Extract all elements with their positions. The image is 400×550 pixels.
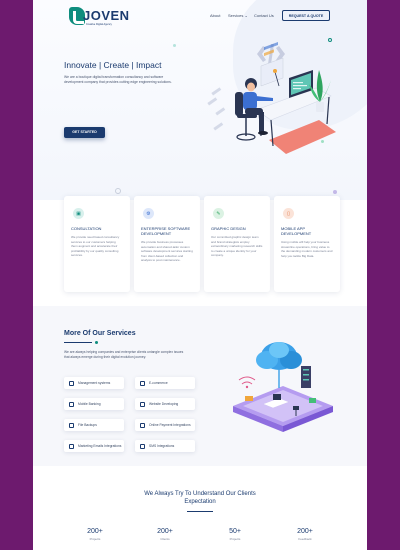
card-title: ENTERPRISE SOFTWARE DEVELOPMENT — [141, 226, 191, 236]
stat-value: 200+ — [157, 528, 173, 535]
hero-title: Innovate | Create | Impact — [64, 60, 162, 70]
stat-item: 50+ Projects — [215, 528, 255, 541]
card-text: Using mobile will help your business str… — [281, 240, 333, 258]
sms-icon — [140, 443, 145, 449]
phone-icon: ▯ — [283, 208, 294, 219]
service-item[interactable]: E-commerce — [135, 377, 195, 389]
stat-value: 50+ — [229, 528, 241, 535]
bank-icon — [69, 401, 74, 407]
service-item[interactable]: SMS Integrations — [135, 440, 195, 452]
feature-card-consultation[interactable]: ▣ CONSULTATION We provide need based con… — [64, 196, 130, 292]
backup-icon — [69, 422, 74, 428]
wifi-icon — [238, 376, 256, 385]
stat-label: Feedback — [298, 537, 312, 541]
stat-value: 200+ — [87, 528, 103, 535]
feature-card-enterprise[interactable]: ⚙ ENTERPRISE SOFTWARE DEVELOPMENT We pro… — [134, 196, 200, 292]
nav-services[interactable]: Services ⌄ — [228, 13, 248, 18]
stat-label: Clients — [160, 537, 170, 541]
service-item[interactable]: Management systems — [64, 377, 124, 389]
stat-item: 200+ Clients — [145, 528, 185, 541]
service-item-label: Website Developing — [149, 402, 179, 406]
services-title: More Of Our Services — [64, 330, 136, 337]
service-item[interactable]: Mobile Banking — [64, 398, 124, 410]
briefcase-icon: ▣ — [73, 208, 84, 219]
services-underline — [64, 342, 92, 344]
stat-item: 200+ Projects — [75, 528, 115, 541]
deco-dot — [115, 188, 121, 194]
services-description: We are always helping companies and ente… — [64, 350, 184, 359]
section-title-line2: Expectation — [184, 499, 216, 505]
cloud-server-illustration — [233, 342, 333, 432]
gear-icon: ⚙ — [143, 208, 154, 219]
feature-card-mobile-app[interactable]: ▯ MOBILE APP DEVELOPMENT Using mobile wi… — [274, 196, 340, 292]
card-title: MOBILE APP DEVELOPMENT — [281, 226, 312, 236]
nav-contact[interactable]: Contact Us — [254, 13, 274, 18]
card-text: We provide business processes automation… — [141, 240, 193, 263]
service-item[interactable]: Marketing Emails Integrations — [64, 440, 124, 452]
card-title: GRAPHIC DESIGN — [211, 226, 246, 231]
service-item-label: Management systems — [78, 381, 111, 385]
service-item-label: SMS Integrations — [149, 444, 175, 448]
deco-dot — [173, 44, 176, 47]
stat-item: 200+ Feedback — [285, 528, 325, 541]
service-item-label: E-commerce — [149, 381, 168, 385]
section-title-underline — [187, 511, 213, 512]
logo[interactable]: JOVEN Creative Digital Agency — [69, 7, 139, 29]
service-item[interactable]: File Backups — [64, 419, 124, 431]
section-title: We Always Try To Understand Our Clients … — [33, 490, 367, 506]
stat-value: 200+ — [297, 528, 313, 535]
service-item-label: File Backups — [78, 423, 97, 427]
logo-text: JOVEN — [83, 8, 130, 23]
service-item-label: Marketing Emails Integrations — [78, 444, 122, 448]
card-title: CONSULTATION — [71, 226, 102, 231]
card-text: Our committed graphic design team and br… — [211, 235, 263, 258]
email-icon — [69, 443, 74, 449]
service-item[interactable]: Online Payment Integrations — [135, 419, 195, 431]
section-title-line1: We Always Try To Understand Our Clients — [144, 491, 256, 497]
deco-dot — [333, 190, 337, 194]
management-icon — [69, 380, 74, 386]
service-item-label: Mobile Banking — [78, 402, 101, 406]
cart-icon — [140, 380, 145, 386]
code-icon — [140, 401, 145, 407]
nav-about[interactable]: About — [210, 13, 220, 18]
logo-tagline: Creative Digital Agency — [86, 23, 112, 26]
stat-label: Projects — [89, 537, 101, 541]
hero-illustration — [207, 41, 336, 154]
get-started-button[interactable]: GET STARTED — [64, 127, 105, 138]
feature-card-graphic-design[interactable]: ✎ GRAPHIC DESIGN Our committed graphic d… — [204, 196, 270, 292]
payment-icon — [140, 422, 145, 428]
card-text: We provide need based consultancy servic… — [71, 235, 120, 258]
brush-icon: ✎ — [213, 208, 224, 219]
services-underline-dot — [95, 341, 98, 344]
service-item[interactable]: Website Developing — [135, 398, 195, 410]
request-quote-button[interactable]: REQUEST A QUOTE — [282, 10, 330, 21]
stat-label: Projects — [229, 537, 241, 541]
landing-page: JOVEN Creative Digital Agency About Serv… — [33, 0, 367, 550]
site-header: JOVEN Creative Digital Agency About Serv… — [33, 0, 367, 34]
hero-description: We are a boutique digital transformation… — [64, 75, 172, 84]
service-item-label: Online Payment Integrations — [149, 423, 191, 427]
